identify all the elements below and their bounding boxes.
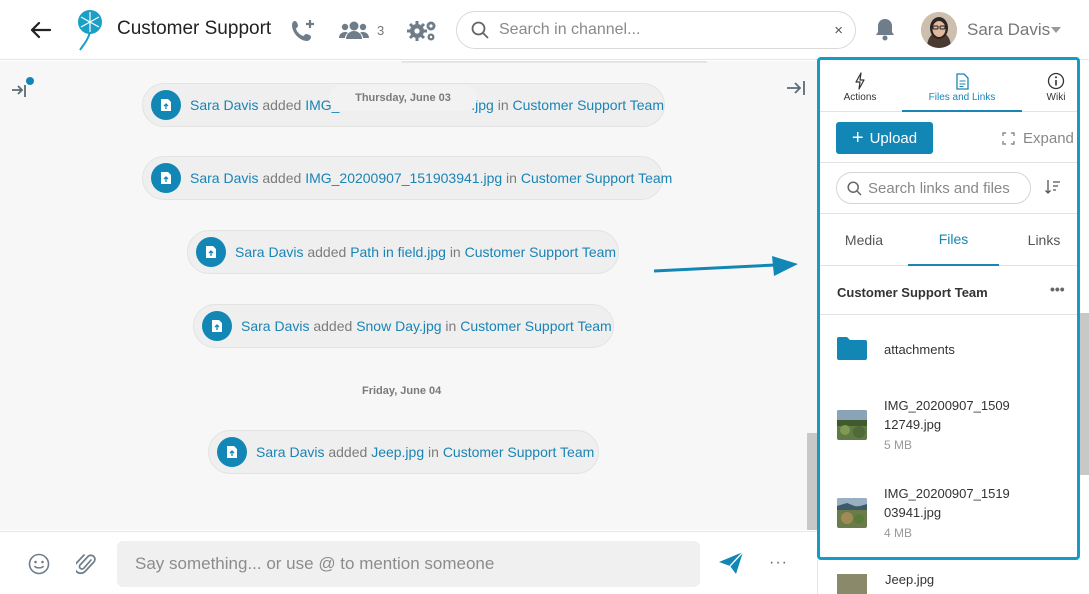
message-input[interactable] [117, 541, 700, 587]
avatar[interactable] [921, 12, 957, 48]
annotation-arrow-icon [650, 252, 800, 287]
search-icon [847, 180, 862, 196]
files-panel: Actions Files and Links Wiki + Upload Ex… [817, 57, 1080, 560]
folder-name: attachments [884, 342, 955, 357]
lightning-icon [830, 70, 890, 92]
file-row[interactable]: Jeep.jpg [817, 560, 1089, 594]
file-size: 5 MB [884, 438, 913, 452]
file-row[interactable]: IMG_20200907_1519 03941.jpg 4 MB [820, 480, 1077, 557]
gears-icon[interactable] [406, 17, 438, 43]
image-thumbnail [837, 498, 867, 528]
tab-links[interactable]: Links [1016, 214, 1072, 266]
file-upload-icon [217, 437, 247, 467]
top-bar: Customer Support 3 × Sara Davis [0, 0, 1089, 60]
send-icon[interactable] [718, 551, 744, 580]
phone-add-icon[interactable] [291, 17, 317, 43]
panel-scrollbar[interactable] [1080, 313, 1089, 475]
list-item: Sara Davis added IMG_20200907_151903941.… [142, 156, 672, 200]
date-separator: Friday, June 04 [362, 385, 442, 397]
member-count: 3 [377, 22, 385, 38]
bell-icon[interactable] [874, 17, 896, 46]
members-button[interactable]: 3 [339, 17, 384, 43]
chat-scrollbar[interactable] [807, 433, 817, 530]
message-user[interactable]: Sara Davis [241, 318, 309, 334]
folder-icon [837, 336, 867, 365]
message-user[interactable]: Sara Davis [256, 444, 324, 460]
image-thumbnail [837, 574, 867, 594]
file-name: IMG_20200907_1509 12749.jpg [884, 398, 1010, 432]
collapse-panel-icon[interactable] [786, 79, 806, 102]
file-upload-icon [151, 163, 181, 193]
expand-sidebar-icon[interactable] [10, 75, 36, 106]
files-search-input[interactable] [868, 179, 1030, 197]
search-clear-icon[interactable]: × [834, 22, 843, 39]
divider [402, 61, 707, 63]
file-size: 4 MB [884, 526, 913, 540]
panel-tabs: Actions Files and Links Wiki [820, 60, 1077, 112]
list-item: Sara Davis added Snow Day.jpg in Custome… [193, 304, 614, 348]
folder-row[interactable]: attachments [820, 316, 1077, 380]
group-menu-icon[interactable]: ••• [1050, 281, 1065, 297]
more-options-icon[interactable]: ··· [769, 554, 788, 572]
channel-search: × [456, 11, 856, 49]
message-file[interactable]: Path in field.jpg [350, 244, 446, 260]
message-file[interactable]: Jeep.jpg [371, 444, 424, 460]
info-icon [1036, 70, 1076, 92]
list-item: Sara Davis added Path in field.jpg in Cu… [187, 230, 619, 274]
tab-files-and-links[interactable]: Files and Links [902, 70, 1022, 112]
message-file[interactable]: Snow Day.jpg [356, 318, 441, 334]
emoji-icon[interactable] [28, 553, 50, 580]
user-name[interactable]: Sara Davis [967, 20, 1050, 40]
channel-title: Customer Support [117, 18, 272, 39]
files-search [836, 172, 1031, 204]
tab-media[interactable]: Media [820, 214, 908, 266]
file-type-tabs: Media Files Links [820, 214, 1077, 266]
file-upload-icon [202, 311, 232, 341]
channel-search-input[interactable] [499, 21, 835, 39]
back-arrow-icon[interactable] [26, 16, 54, 44]
file-row[interactable]: IMG_20200907_1509 12749.jpg 5 MB [820, 390, 1077, 470]
floating-date: Thursday, June 03 [329, 85, 477, 111]
expand-button[interactable]: Expand [1002, 130, 1074, 147]
image-thumbnail [837, 410, 867, 440]
expand-icon [1002, 132, 1015, 145]
divider [820, 162, 1077, 163]
upload-button[interactable]: + Upload [836, 122, 933, 154]
chevron-down-icon[interactable] [1051, 27, 1061, 33]
plus-icon: + [851, 127, 864, 149]
tab-actions[interactable]: Actions [830, 70, 890, 112]
message-composer: ··· [0, 531, 817, 594]
message-team[interactable]: Customer Support Team [521, 170, 672, 186]
message-file[interactable]: IMG_20200907_151903941.jpg [305, 170, 502, 186]
message-user[interactable]: Sara Davis [235, 244, 303, 260]
file-upload-icon [151, 90, 181, 120]
file-upload-icon [196, 237, 226, 267]
tab-wiki[interactable]: Wiki [1036, 70, 1076, 112]
list-item: Sara Davis added Jeep.jpg in Customer Su… [208, 430, 599, 474]
search-icon [471, 21, 489, 39]
group-header: Customer Support Team ••• [820, 267, 1077, 315]
message-team[interactable]: Customer Support Team [465, 244, 616, 260]
file-name: Jeep.jpg [885, 572, 935, 587]
message-team[interactable]: Customer Support Team [443, 444, 594, 460]
users-icon [339, 21, 369, 39]
message-team[interactable]: Customer Support Team [513, 97, 664, 113]
document-icon [902, 70, 1022, 92]
paperclip-icon[interactable] [73, 552, 96, 581]
message-user[interactable]: Sara Davis [190, 170, 258, 186]
group-name: Customer Support Team [837, 285, 988, 300]
message-team[interactable]: Customer Support Team [460, 318, 611, 334]
dandelion-logo-icon [72, 8, 106, 52]
sort-icon[interactable] [1045, 179, 1061, 200]
tab-files[interactable]: Files [908, 214, 999, 266]
file-name: IMG_20200907_1519 03941.jpg [884, 486, 1010, 520]
chat-stream: Sara Davis added IMG_2 .jpg in Customer S… [0, 61, 817, 530]
message-user[interactable]: Sara Davis [190, 97, 258, 113]
